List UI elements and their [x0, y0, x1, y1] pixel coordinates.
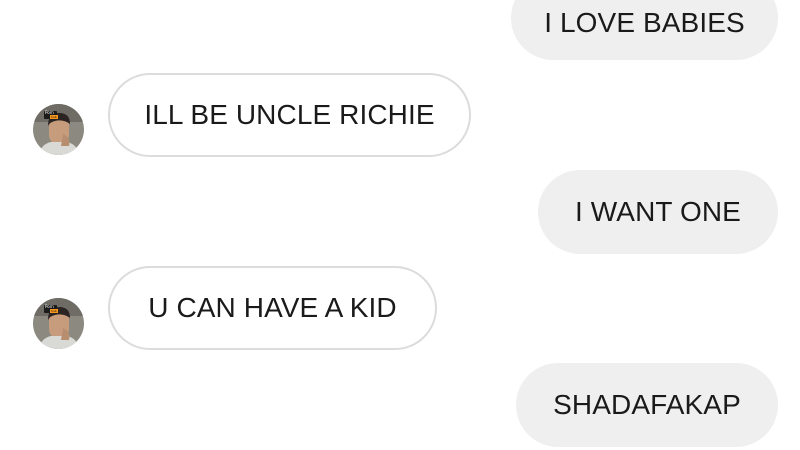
- avatar-photo: [33, 298, 84, 349]
- avatar-badge-tag: hub: [50, 309, 58, 313]
- message-bubble-received[interactable]: ILL BE UNCLE RICHIE: [108, 73, 471, 157]
- contact-avatar[interactable]: Porn hub: [33, 104, 84, 155]
- message-text: I LOVE BABIES: [544, 7, 745, 38]
- avatar-badge-tag: hub: [50, 115, 58, 119]
- message-text: ILL BE UNCLE RICHIE: [144, 99, 435, 130]
- message-bubble-sent[interactable]: I LOVE BABIES: [511, 0, 778, 60]
- message-text: SHADAFAKAP: [553, 389, 741, 420]
- message-bubble-sent[interactable]: I WANT ONE: [538, 170, 778, 254]
- message-text: U CAN HAVE A KID: [148, 292, 397, 323]
- message-text: I WANT ONE: [575, 196, 741, 227]
- avatar-photo: [33, 104, 84, 155]
- message-thread: I LOVE BABIES Porn hub ILL BE UNCLE RICH…: [0, 0, 800, 450]
- contact-avatar[interactable]: Porn hub: [33, 298, 84, 349]
- message-bubble-sent[interactable]: SHADAFAKAP: [516, 363, 778, 447]
- message-bubble-received[interactable]: U CAN HAVE A KID: [108, 266, 437, 350]
